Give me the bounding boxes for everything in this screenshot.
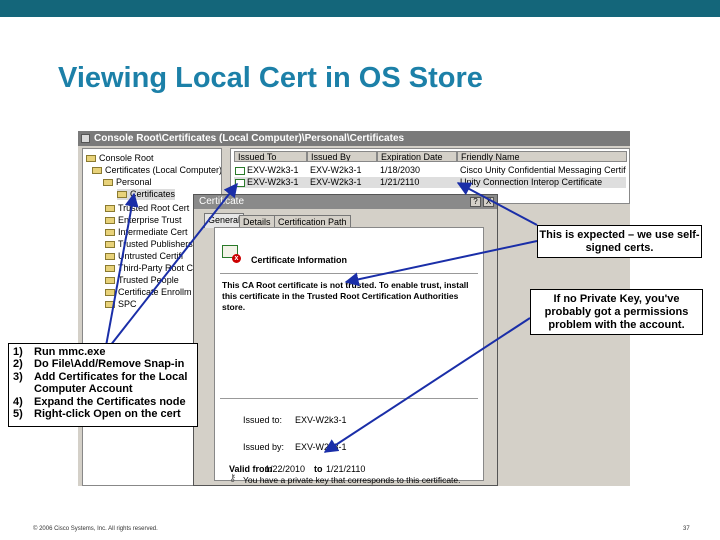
list-item: 1) Run mmc.exe (13, 346, 106, 358)
console-icon (81, 134, 90, 143)
copyright-footer: © 2006 Cisco Systems, Inc. All rights re… (33, 526, 158, 532)
callout-private-key: If no Private Key, you've probably got a… (530, 289, 703, 335)
trust-warning-text: This CA Root certificate is not trusted.… (222, 280, 469, 312)
cell-friendly-name: Unity Connection Interop Certificate (460, 177, 603, 187)
issued-by-label: Issued by: (243, 442, 285, 452)
folder-icon (105, 265, 115, 273)
mmc-window-title: Console Root\Certificates (Local Compute… (94, 133, 405, 144)
folder-icon (105, 253, 115, 261)
dialog-title: Certificate (199, 196, 245, 207)
tree-item-untrusted[interactable]: Untrusted Certifi (105, 251, 183, 262)
divider (220, 398, 478, 399)
cell-issued-by: EXV-W2k3-1 (310, 177, 362, 187)
valid-to-value: 1/21/2110 (326, 464, 366, 474)
certificate-icon (235, 178, 245, 187)
folder-icon (117, 191, 127, 199)
cell-expiration: 1/21/2110 (380, 177, 420, 187)
general-tab-panel: x Certificate Information This CA Root c… (214, 227, 484, 485)
divider (220, 273, 478, 274)
folder-icon (105, 277, 115, 285)
cell-friendly-name: Cisco Unity Confidential Messaging Certi… (460, 165, 626, 175)
list-item: 5) Right-click Open on the cert (13, 408, 181, 421)
slide-title: Viewing Local Cert in OS Store (58, 62, 483, 94)
tree-item-certificates-local[interactable]: Certificates (Local Computer) (92, 165, 221, 176)
folder-icon (105, 301, 115, 309)
table-row[interactable]: EXV-W2k3-1 (235, 177, 305, 188)
tree-item-console-root[interactable]: Console Root (86, 153, 154, 164)
cell-expiration: 1/18/2030 (380, 165, 421, 175)
issued-to-value: EXV-W2k3-1 (295, 415, 347, 425)
tree-item-enterprise-trust[interactable]: Enterprise Trust (105, 215, 182, 226)
folder-icon (105, 205, 115, 213)
folder-icon (105, 289, 115, 297)
tree-item-intermediate[interactable]: Intermediate Cert (105, 227, 188, 238)
folder-icon (105, 229, 115, 237)
certificate-store-icon (92, 167, 102, 175)
list-item: 3) Add Certificates for the Local Compute… (13, 370, 188, 396)
list-item: 2) Do File\Add/Remove Snap-in (13, 358, 185, 371)
tree-item-certificates[interactable]: Certificates (117, 189, 176, 200)
help-button[interactable]: ? (470, 197, 481, 207)
certificate-dialog: Certificate ? X General Details Certific… (193, 194, 498, 486)
list-item: 4) Expand the Certificates node (13, 395, 186, 408)
issued-by-value: EXV-W2k3-1 (295, 442, 347, 452)
steps-list: 1) Run mmc.exe 2) Do File\Add/Remove Snap-… (8, 343, 198, 427)
column-header-friendly-name[interactable]: Friendly Name (457, 151, 627, 162)
cell-issued-by: EXV-W2k3-1 (310, 165, 362, 175)
table-row[interactable]: EXV-W2k3-1 (235, 165, 305, 176)
callout-expected: This is expected – we use self-signed ce… (537, 225, 702, 258)
tree-item-trusted-people[interactable]: Trusted People (105, 275, 179, 286)
tree-item-trusted-root[interactable]: Trusted Root Cert (105, 203, 189, 214)
certificate-information-heading: Certificate Information (251, 255, 348, 265)
folder-icon (105, 217, 115, 225)
column-header-issued-to[interactable]: Issued To (234, 151, 307, 162)
tree-item-trusted-publishers[interactable]: Trusted Publishers (105, 239, 193, 250)
issued-to-label: Issued to: (243, 415, 283, 425)
certificate-icon (235, 166, 245, 175)
tree-item-certificate-enrollment[interactable]: Certificate Enrollm (105, 287, 192, 298)
private-key-note: You have a private key that corresponds … (243, 475, 461, 485)
folder-icon (105, 241, 115, 249)
close-button[interactable]: X (483, 197, 494, 207)
folder-icon (86, 155, 96, 163)
column-header-issued-by[interactable]: Issued By (307, 151, 377, 162)
tree-item-spc[interactable]: SPC (105, 299, 137, 310)
valid-from-value: 1/22/2010 (265, 464, 306, 474)
folder-icon (103, 179, 113, 187)
page-number: 37 (683, 526, 690, 532)
error-x-icon: x (232, 254, 241, 263)
tree-item-personal[interactable]: Personal (103, 177, 152, 188)
top-banner (0, 0, 720, 17)
mmc-titlebar: Console Root\Certificates (Local Compute… (78, 131, 630, 146)
dialog-titlebar: Certificate (194, 195, 497, 209)
column-header-expiration[interactable]: Expiration Date (377, 151, 457, 162)
key-icon: ⚷ (229, 473, 237, 484)
valid-to-label: to (314, 464, 323, 474)
tree-item-third-party-root[interactable]: Third-Party Root C (105, 263, 193, 274)
